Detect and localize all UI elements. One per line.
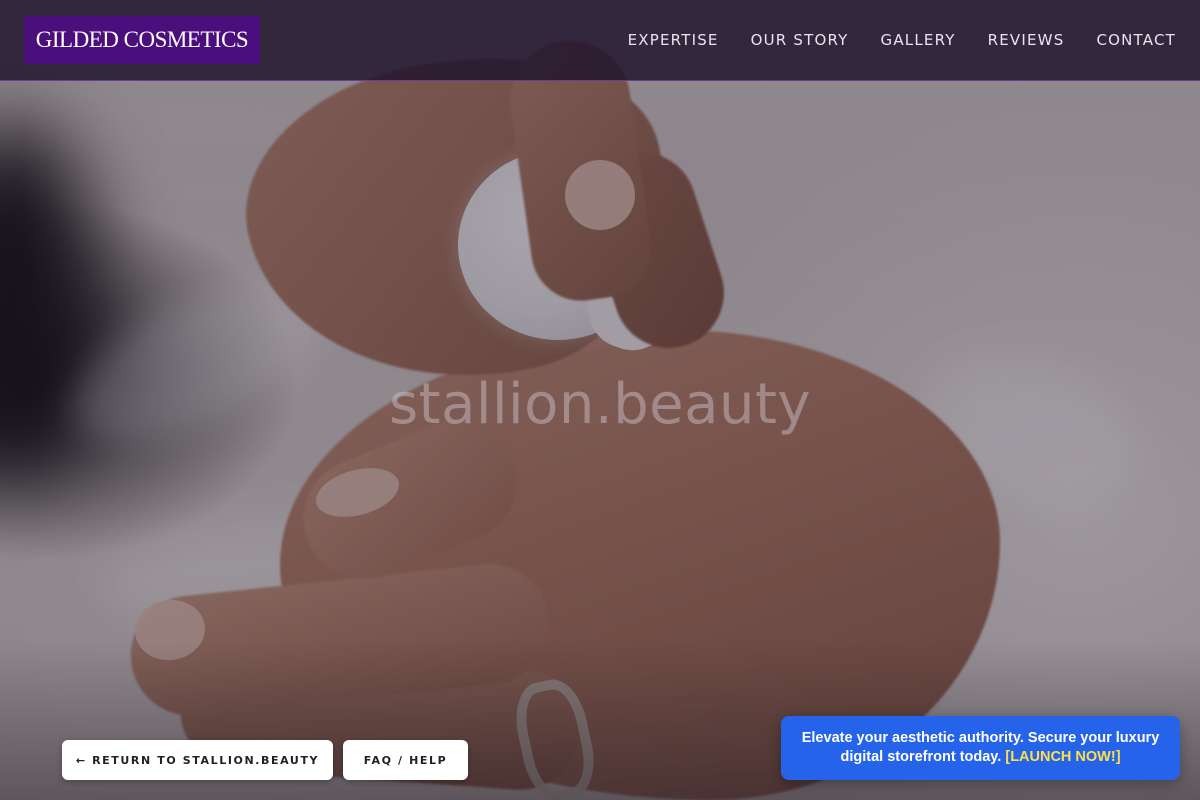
promo-banner[interactable]: Elevate your aesthetic authority. Secure… <box>781 716 1180 780</box>
brand-logo-text: GILDED COSMETICS <box>35 27 249 52</box>
nav-link-gallery[interactable]: GALLERY <box>881 31 956 49</box>
nav-link-contact[interactable]: CONTACT <box>1096 31 1176 49</box>
watermark-text: stallion.beauty <box>388 372 812 437</box>
nav-link-expertise[interactable]: EXPERTISE <box>628 31 719 49</box>
nav-link-reviews[interactable]: REVIEWS <box>988 31 1065 49</box>
main-nav: EXPERTISE OUR STORY GALLERY REVIEWS CONT… <box>628 0 1176 80</box>
nav-link-our-story[interactable]: OUR STORY <box>751 31 849 49</box>
faq-help-button[interactable]: FAQ / HELP <box>343 740 468 780</box>
return-button[interactable]: ← RETURN TO STALLION.BEAUTY <box>62 740 333 780</box>
top-navbar: GILDED COSMETICS EXPERTISE OUR STORY GAL… <box>0 0 1200 81</box>
brand-logo[interactable]: GILDED COSMETICS <box>24 16 260 64</box>
launch-now-link[interactable]: [LAUNCH NOW!] <box>1005 749 1120 765</box>
promo-text-block: Elevate your aesthetic authority. Secure… <box>799 729 1162 767</box>
